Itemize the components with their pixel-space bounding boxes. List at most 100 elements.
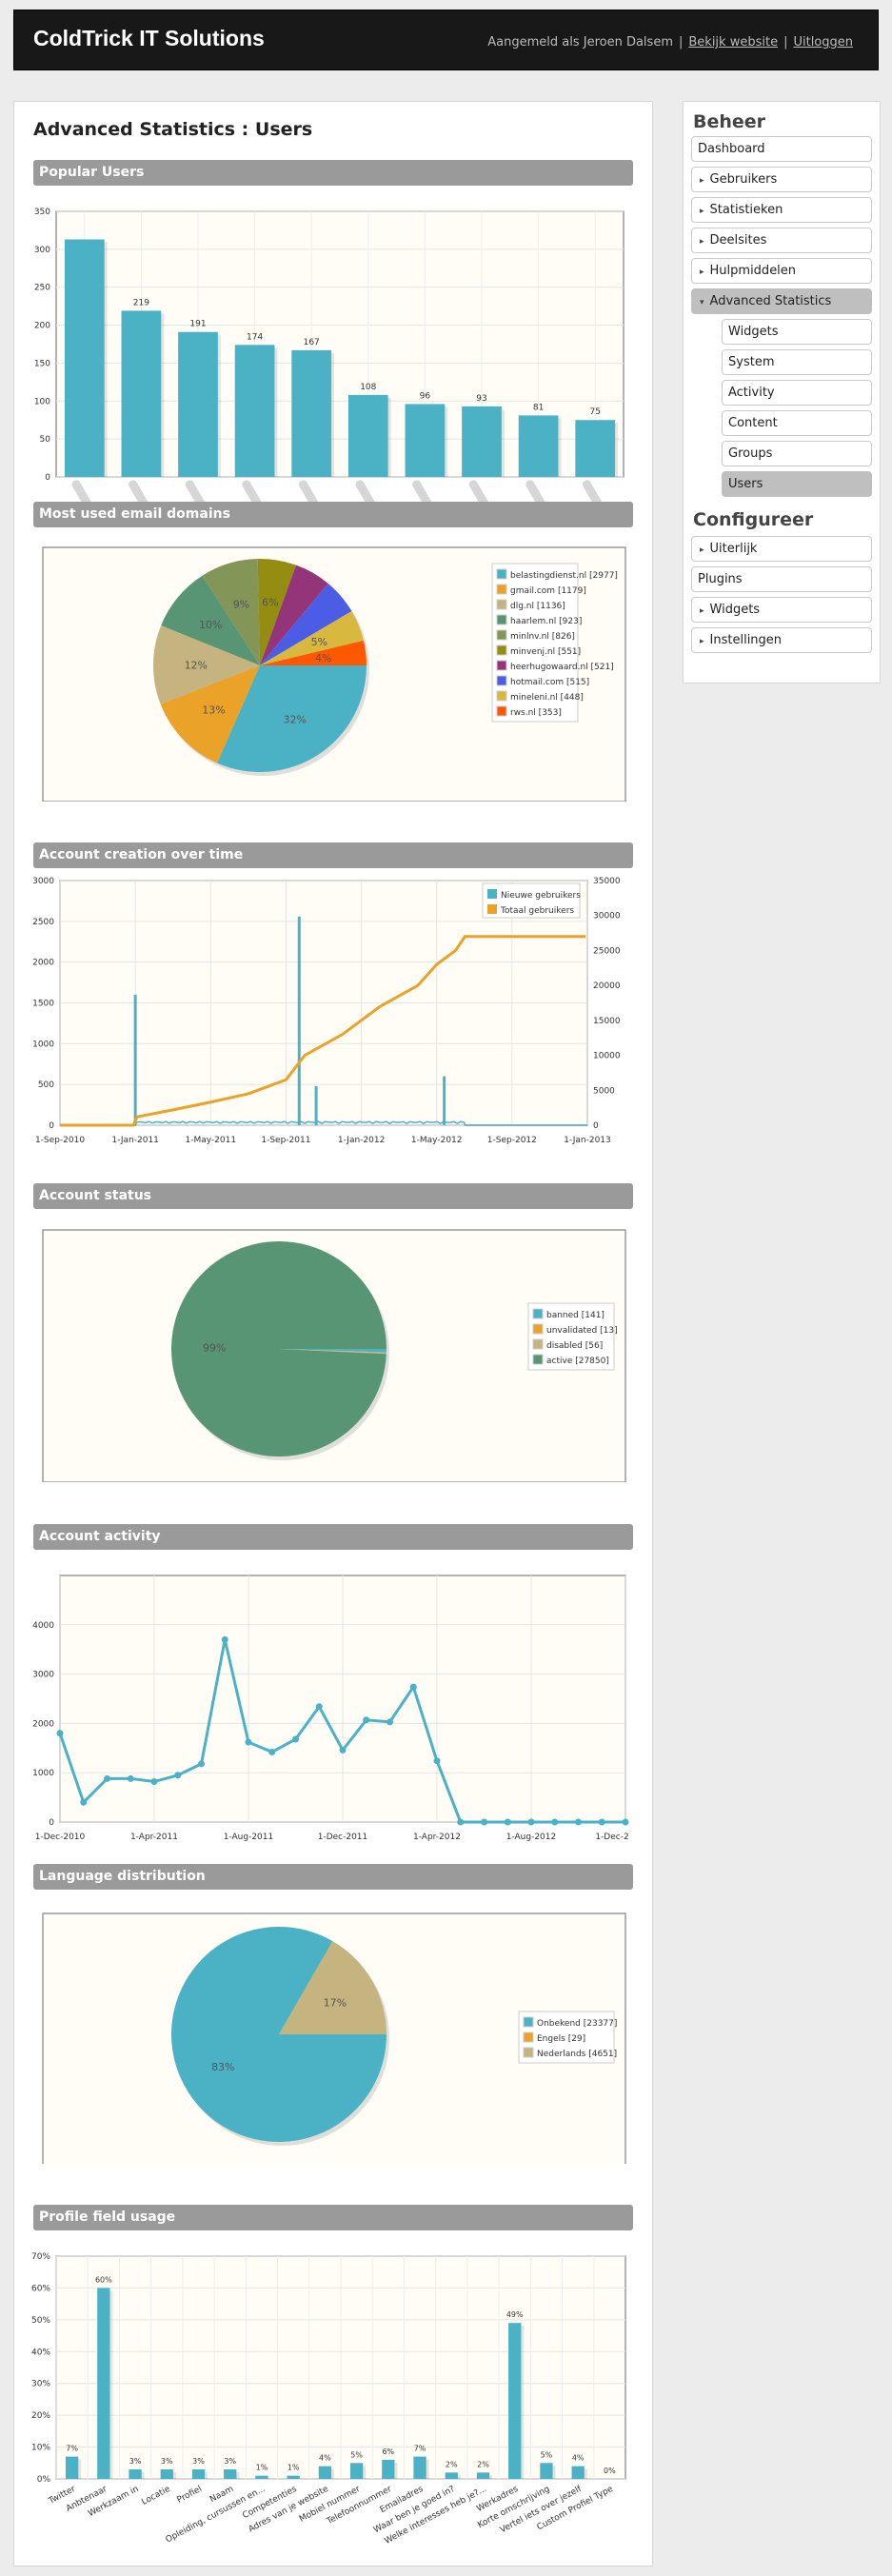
bar — [64, 239, 105, 477]
data-point — [198, 1760, 205, 1768]
y2-tick-label: 15000 — [593, 1017, 621, 1026]
y-tick-label: 4000 — [32, 1621, 54, 1631]
x-tick-label: 1-Sep-2010 — [35, 1136, 85, 1145]
sidebar-item-statistieken[interactable]: ▸ Statistieken — [691, 197, 872, 223]
sidebar-subitem-groups[interactable]: Groups — [722, 441, 872, 466]
pie-slice-label: 13% — [202, 704, 225, 717]
x-tick-label: 1-Dec-2010 — [35, 1833, 86, 1842]
caret-right-icon: ▸ — [700, 268, 704, 277]
pie-slice-label: 17% — [324, 1996, 347, 2009]
site-title[interactable]: ColdTrick IT Solutions — [33, 26, 265, 51]
bar-value-label: 5% — [350, 2450, 363, 2459]
section-header-language: Language distribution — [33, 1864, 633, 1890]
y2-tick-label: 25000 — [593, 946, 621, 956]
legend-label: unvalidated [13] — [546, 1326, 618, 1336]
legend-swatch — [532, 1338, 544, 1350]
y2-tick-label: 0 — [593, 1121, 599, 1131]
bar-value-label: 81 — [533, 403, 544, 412]
x-tick-label: Profiel — [176, 2485, 204, 2506]
y-tick-label: 10% — [31, 2444, 50, 2453]
sidebar-subitem-activity[interactable]: Activity — [722, 380, 872, 406]
bar-value-label: 96 — [420, 391, 431, 401]
sidebar-config-instellingen[interactable]: ▸ Instellingen — [691, 627, 872, 653]
bar-value-label: 191 — [189, 320, 206, 329]
data-point — [409, 1683, 417, 1691]
popular-users-chart: 0 50 100 150 200 250 300 350 219 191 174 167 108 96 93… — [34, 208, 624, 510]
y-tick-label: 70% — [31, 2252, 50, 2262]
data-point — [551, 1818, 559, 1826]
data-point — [504, 1818, 511, 1826]
sidebar-item-advanced-statistics[interactable]: ▾ Advanced Statistics — [691, 288, 872, 314]
bar-value-label: 3% — [192, 2457, 205, 2466]
pie-slice-label: 5% — [311, 636, 327, 648]
caret-down-icon: ▾ — [700, 298, 704, 307]
y-tick-label: 60% — [31, 2284, 50, 2293]
y-tick-label: 2000 — [32, 1719, 54, 1729]
legend-label: disabled [56] — [546, 1341, 603, 1351]
pie-slice-label: 99% — [203, 1341, 226, 1354]
legend-label: haarlem.nl [923] — [510, 617, 582, 626]
caret-right-icon: ▸ — [700, 207, 704, 216]
bar-value-label: 5% — [541, 2450, 553, 2459]
pie-slice-label: 83% — [211, 2061, 234, 2073]
view-site-link[interactable]: Bekijk website — [688, 35, 778, 50]
section-header-account-status: Account status — [33, 1183, 633, 1209]
account-status-chart: 99% banned [141] unvalidated [13] disabled … — [42, 1229, 626, 1482]
sidebar-config-widgets[interactable]: ▸ Widgets — [691, 597, 872, 623]
x-tick-label: 1-Sep-2012 — [487, 1136, 537, 1145]
logout-link[interactable]: Uitloggen — [793, 35, 853, 50]
y-tick-label: 0 — [45, 473, 50, 483]
legend-label: rws.nl [353] — [510, 708, 562, 718]
pie-slice-label: 10% — [199, 619, 222, 631]
data-point — [457, 1818, 465, 1826]
bar — [121, 310, 162, 477]
bar-value-label: 3% — [129, 2457, 142, 2466]
bar — [255, 2475, 268, 2479]
sidebar-item-deelsites[interactable]: ▸ Deelsites — [691, 228, 872, 253]
bar — [129, 2468, 142, 2479]
sidebar-subitem-content[interactable]: Content — [722, 410, 872, 436]
bar — [349, 2463, 364, 2479]
user-nav: Aangemeld als Jeroen Dalsem | Bekijk websi… — [487, 35, 853, 50]
x-tick-label: 1-Dec-2011 — [318, 1833, 368, 1842]
sidebar-heading-configureer: Configureer — [693, 509, 814, 530]
sidebar-subitem-users[interactable]: Users — [722, 471, 872, 497]
y-tick-label: 20% — [31, 2411, 50, 2421]
site-header: ColdTrick IT Solutions Aangemeld als Jer… — [13, 10, 879, 70]
sidebar-item-label: Advanced Statistics — [709, 294, 832, 308]
sidebar-config-plugins[interactable]: Plugins — [691, 566, 872, 592]
bar-value-label: 4% — [319, 2454, 331, 2463]
bar-value-label: 49% — [506, 2310, 524, 2319]
page-title: Advanced Statistics : Users — [33, 119, 313, 140]
sidebar-item-hulpmiddelen[interactable]: ▸ Hulpmiddelen — [691, 258, 872, 284]
bar — [291, 349, 332, 477]
sidebar-item-dashboard[interactable]: Dashboard — [691, 136, 872, 162]
legend-swatch — [487, 889, 497, 899]
x-tick-label: 1-Jan-2012 — [338, 1136, 386, 1145]
x-tick-label: 1-Aug-2011 — [224, 1833, 274, 1842]
x-tick-label: 1-Jan-2011 — [111, 1136, 159, 1145]
y2-tick-label: 35000 — [593, 877, 621, 886]
bar — [445, 2472, 458, 2479]
sidebar-subitem-widgets[interactable]: Widgets — [722, 319, 872, 345]
sidebar-item-gebruikers[interactable]: ▸ Gebruikers — [691, 167, 872, 192]
legend-swatch — [523, 2047, 534, 2058]
sidebar-subitem-system[interactable]: System — [722, 349, 872, 375]
data-point — [174, 1772, 182, 1779]
bar — [382, 2459, 395, 2479]
sidebar-config-uiterlijk[interactable]: ▸ Uiterlijk — [691, 536, 872, 562]
y-tick-label: 0 — [49, 1818, 54, 1828]
logged-in-text: Aangemeld als Jeroen Dalsem — [487, 35, 673, 50]
data-point — [575, 1818, 582, 1826]
account-activity-chart: 0 1000 2000 3000 4000 1-Dec-2010 1-Apr-2011 1-A… — [32, 1575, 629, 1842]
bar — [518, 415, 559, 477]
pie-slice-label: 9% — [233, 599, 249, 611]
sidebar-item-label: Groups — [728, 446, 773, 461]
bar-value-label: 0% — [604, 2467, 616, 2475]
data-point — [80, 1798, 88, 1806]
y-tick-label: 50% — [31, 2316, 50, 2326]
legend-label: Nieuwe gebruikers — [501, 891, 581, 901]
sidebar-item-label: Plugins — [698, 572, 743, 586]
data-point — [481, 1818, 487, 1826]
caret-right-icon: ▸ — [700, 637, 704, 646]
